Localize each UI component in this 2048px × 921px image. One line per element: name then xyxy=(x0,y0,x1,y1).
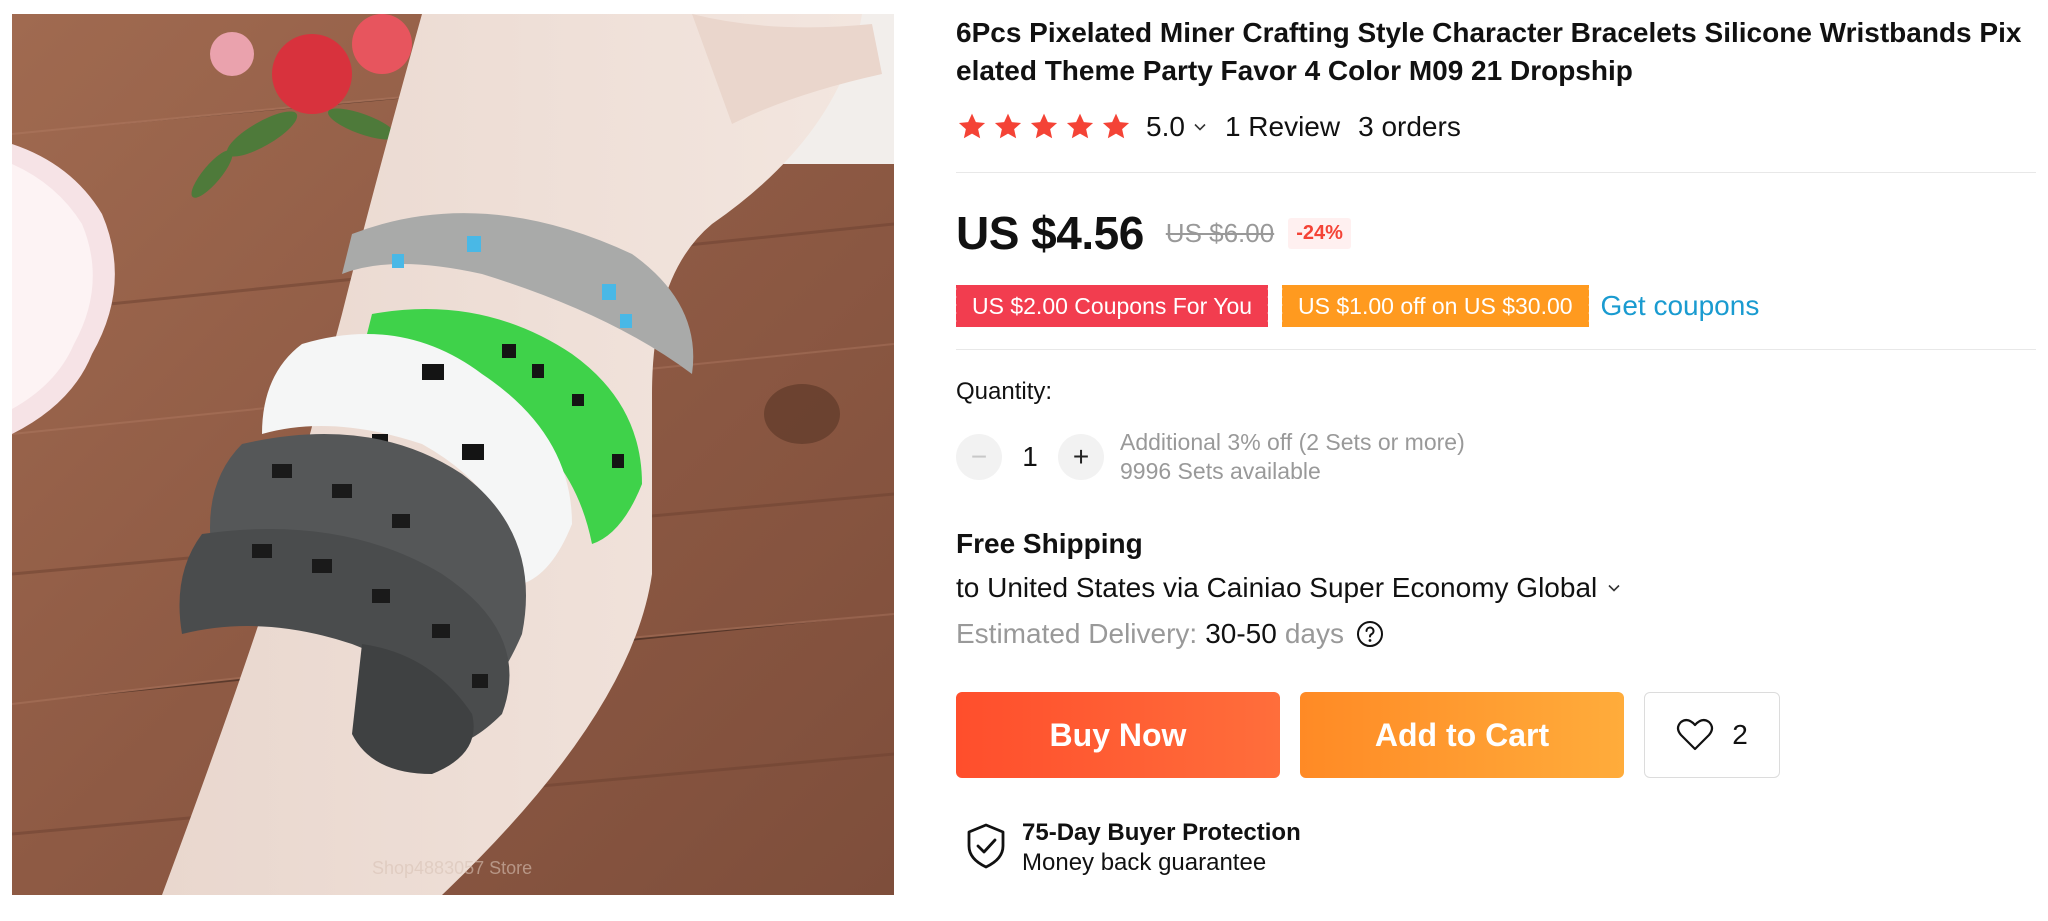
star-icon xyxy=(994,113,1022,139)
wishlist-count: 2 xyxy=(1732,719,1748,750)
discount-badge: -24% xyxy=(1288,217,1351,249)
delivery-unit: days xyxy=(1284,618,1344,649)
chevron-down-icon[interactable] xyxy=(1607,581,1621,595)
estimated-delivery: Estimated Delivery: 30-50 days xyxy=(956,616,2036,652)
price-row: US $4.56 US $6.00 -24% xyxy=(956,205,2036,261)
quantity-label: Quantity: xyxy=(956,378,1053,405)
divider xyxy=(956,349,2036,350)
star-icon xyxy=(1066,113,1094,139)
product-info-panel: 6Pcs Pixelated Miner Crafting Style Char… xyxy=(952,14,2036,878)
shipping-method-selector[interactable]: to United States via Cainiao Super Econo… xyxy=(956,570,2036,606)
wishlist-button[interactable]: 2 xyxy=(1644,692,1780,778)
star-icon xyxy=(1030,113,1058,139)
shipping-method[interactable]: to United States via Cainiao Super Econo… xyxy=(956,572,1597,604)
decrease-quantity-button[interactable]: − xyxy=(956,434,1002,480)
bulk-discount-note: Additional 3% off (2 Sets or more) xyxy=(1120,429,1465,455)
purchase-actions: Buy Now Add to Cart 2 xyxy=(956,692,2036,778)
shipping-title: Free Shipping xyxy=(956,528,1143,559)
shield-check-icon xyxy=(967,823,1005,869)
quantity-input[interactable]: 1 xyxy=(1002,441,1058,473)
protection-title: 75-Day Buyer Protection xyxy=(1022,819,1301,846)
delivery-label: Estimated Delivery: xyxy=(956,618,1198,649)
orders-count: 3 orders xyxy=(1358,111,1461,142)
star-icon xyxy=(1102,113,1130,139)
get-coupons-link[interactable]: Get coupons xyxy=(1601,290,1760,322)
product-title: 6Pcs Pixelated Miner Crafting Style Char… xyxy=(956,17,2022,86)
question-circle-icon[interactable] xyxy=(1356,620,1384,648)
star-icon xyxy=(958,113,986,139)
quantity-stepper: − 1 + Additional 3% off (2 Sets or more)… xyxy=(956,428,2036,486)
divider xyxy=(956,172,2036,173)
heart-icon xyxy=(1677,718,1714,751)
delivery-days: 30-50 xyxy=(1205,618,1277,649)
buy-now-button[interactable]: Buy Now xyxy=(956,692,1280,778)
coupon-store[interactable]: US $2.00 Coupons For You xyxy=(952,285,1272,327)
protection-subtitle: Money back guarantee xyxy=(1022,849,1267,876)
stock-available: 9996 Sets available xyxy=(1120,458,1321,484)
product-photo[interactable]: Shop4883057 Store xyxy=(12,14,894,895)
rating-row: 5.0 1 Review 3 orders xyxy=(956,110,2036,144)
coupon-threshold[interactable]: US $1.00 off on US $30.00 xyxy=(1279,285,1592,327)
increase-quantity-button[interactable]: + xyxy=(1058,434,1104,480)
reviews-link[interactable]: 1 Review xyxy=(1225,111,1340,143)
current-price: US $4.56 xyxy=(956,207,1144,259)
add-to-cart-button[interactable]: Add to Cart xyxy=(1300,692,1624,778)
buyer-protection: 75-Day Buyer Protection Money back guara… xyxy=(956,818,2036,878)
chevron-down-icon[interactable] xyxy=(1193,120,1207,134)
star-rating[interactable] xyxy=(956,111,1132,143)
coupons-row: US $2.00 Coupons For You US $1.00 off on… xyxy=(952,285,2036,327)
bracelets-photo-illustration: Shop4883057 Store xyxy=(12,14,894,895)
quantity-notes: Additional 3% off (2 Sets or more) 9996 … xyxy=(1120,428,1465,486)
original-price: US $6.00 xyxy=(1165,217,1275,248)
photo-watermark: Shop4883057 Store xyxy=(372,858,532,878)
rating-value[interactable]: 5.0 xyxy=(1146,111,1185,143)
